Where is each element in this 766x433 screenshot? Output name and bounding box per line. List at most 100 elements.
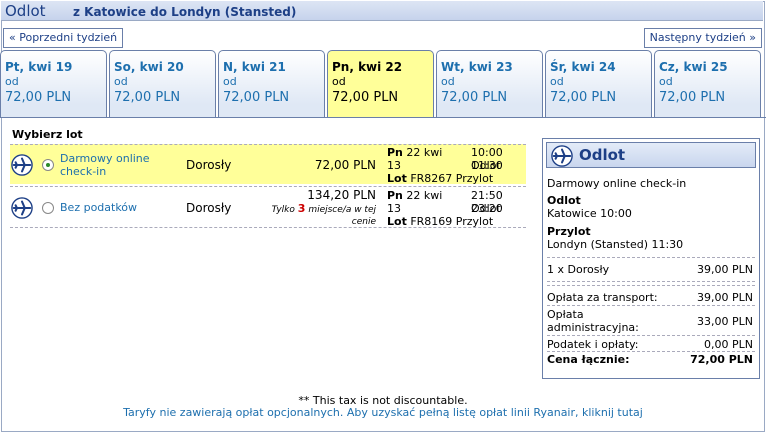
date-year: 13 (387, 202, 401, 215)
fare-name-line2: check-in (60, 165, 107, 178)
passenger-type: Dorosły (186, 201, 232, 215)
fare-name-line1: Darmowy online (60, 152, 150, 165)
tab-price: 72,00 PLN (332, 90, 399, 105)
tab-from-label: od (659, 75, 673, 88)
tab-date-4[interactable]: Wt, kwi 23 od 72,00 PLN (436, 50, 543, 118)
tab-date-1[interactable]: So, kwi 20 od 72,00 PLN (109, 50, 216, 118)
admin-label-2: administracyjna: (547, 321, 639, 334)
total-label: Cena łącznie: (547, 353, 630, 366)
tab-date-0[interactable]: Pt, kwi 19 od 72,00 PLN (0, 50, 107, 118)
booking-summary: Odlot Darmowy online check-in Odlot Kato… (542, 138, 760, 379)
fare-radio[interactable] (42, 202, 54, 214)
arrival-label: Przylot (455, 172, 494, 185)
passenger-value: 39,00 PLN (697, 263, 753, 276)
tab-price: 72,00 PLN (441, 90, 508, 105)
content-panel: Wybierz lot Darmowy online check-in Doro… (0, 117, 766, 431)
tab-date-3-selected[interactable]: Pn, kwi 22 od 72,00 PLN (327, 50, 434, 118)
summary-transport-row: Opłata za transport: 39,00 PLN (547, 291, 753, 304)
passenger-label: 1 x Dorosły (547, 263, 610, 276)
date-label: 22 kwi (406, 146, 443, 159)
divider (547, 335, 755, 336)
transport-label: Opłata za transport: (547, 291, 658, 304)
next-week-button[interactable]: Następny tydzień » (643, 28, 762, 48)
tab-date-2[interactable]: N, kwi 21 od 72,00 PLN (218, 50, 325, 118)
route-label: z Katowice do Londyn (Stansted) (73, 5, 297, 19)
tab-price: 72,00 PLN (550, 90, 617, 105)
tab-from-label: od (441, 75, 455, 88)
tab-day: Cz, kwi 25 (659, 60, 728, 74)
day-label: Pn (387, 189, 403, 202)
fare-row-selected[interactable]: Darmowy online check-in Dorosły 72,00 PL… (10, 144, 527, 185)
summary-fare: Darmowy online check-in (547, 177, 687, 190)
summary-tax-row: Podatek i opłaty: 0,00 PLN (547, 338, 753, 351)
day-label: Pn (387, 146, 403, 159)
arrival-label: Przylot (455, 215, 494, 228)
divider (547, 281, 755, 282)
availability-suffix: miejsce/a w tej (308, 205, 376, 215)
flight-label: Lot (387, 172, 407, 185)
tab-day: So, kwi 20 (114, 60, 184, 74)
departure-time: 21:50 (471, 189, 503, 202)
page-title: Odlot (5, 2, 46, 20)
divider (547, 351, 755, 352)
tab-date-5[interactable]: Śr, kwi 24 od 72,00 PLN (545, 50, 652, 118)
tab-day: Pt, kwi 19 (5, 60, 73, 74)
departure-time: 10:00 (471, 146, 503, 159)
flight-label: Lot (387, 215, 407, 228)
total-value: 72,00 PLN (690, 353, 753, 366)
tab-price: 72,00 PLN (5, 90, 72, 105)
tax-label: Podatek i opłaty: (547, 338, 639, 351)
flight-number: FR8169 (410, 215, 453, 228)
tab-day: Śr, kwi 24 (550, 60, 616, 74)
tab-from-label: od (114, 75, 128, 88)
tab-date-6[interactable]: Cz, kwi 25 od 72,00 PLN (654, 50, 761, 118)
admin-label-1: Opłata (547, 308, 584, 321)
tab-from-label: od (332, 75, 346, 88)
plane-icon (11, 197, 33, 219)
tab-price: 72,00 PLN (223, 90, 290, 105)
summary-header: Odlot (546, 142, 756, 168)
date-year: 13 (387, 159, 401, 172)
tab-from-label: od (550, 75, 564, 88)
previous-week-button[interactable]: « Poprzedni tydzień (3, 28, 124, 48)
divider (547, 257, 755, 258)
summary-title: Odlot (579, 146, 626, 164)
tab-price: 72,00 PLN (114, 90, 181, 105)
summary-departure-label: Odlot (547, 194, 581, 207)
summary-total-row: Cena łącznie: 72,00 PLN (547, 353, 753, 366)
summary-arrival-label: Przylot (547, 225, 591, 238)
flight-number: FR8267 (410, 172, 453, 185)
divider (547, 305, 755, 306)
divider (547, 285, 755, 286)
arrival-time: 11:30 (471, 159, 503, 172)
fees-link[interactable]: Taryfy nie zawierają opłat opcjonalnych.… (0, 406, 766, 419)
plane-icon (11, 154, 33, 176)
availability-note: Tylko 3 miejsce/a w tej cenie (246, 203, 376, 228)
tab-day: Pn, kwi 22 (332, 60, 403, 74)
tab-price: 72,00 PLN (659, 90, 726, 105)
fare-price: 72,00 PLN (314, 158, 376, 172)
summary-departure-value: Katowice 10:00 (547, 207, 632, 220)
availability-suffix-2: cenie (351, 217, 376, 227)
fare-name: Darmowy online check-in (60, 152, 150, 178)
tab-day: Wt, kwi 23 (441, 60, 513, 74)
page-header: Odlot z Katowice do Londyn (Stansted) (1, 1, 763, 21)
fare-name: Bez podatków (60, 201, 138, 214)
tax-value: 0,00 PLN (704, 338, 753, 351)
plane-icon (551, 145, 573, 167)
fare-radio-selected[interactable] (42, 159, 54, 171)
tab-from-label: od (5, 75, 19, 88)
flight-details: Pn 22 kwi 10:00 Odlot 13 11:30 Lot FR826… (387, 146, 527, 185)
select-flight-heading: Wybierz lot (12, 128, 83, 141)
availability-count: 3 (297, 202, 306, 215)
summary-passenger-row: 1 x Dorosły 39,00 PLN (547, 263, 753, 276)
fare-row[interactable]: Bez podatków Dorosły 134,20 PLN Tylko 3 … (10, 186, 526, 228)
tab-day: N, kwi 21 (223, 60, 286, 74)
summary-admin-row: Opłata administracyjna: 33,00 PLN (547, 308, 753, 334)
summary-arrival-value: Londyn (Stansted) 11:30 (547, 238, 684, 251)
fare-price: 134,20 PLN (307, 188, 376, 202)
tab-from-label: od (223, 75, 237, 88)
admin-value: 33,00 PLN (697, 315, 753, 328)
date-label: 22 kwi (406, 189, 443, 202)
passenger-type: Dorosły (186, 158, 232, 172)
